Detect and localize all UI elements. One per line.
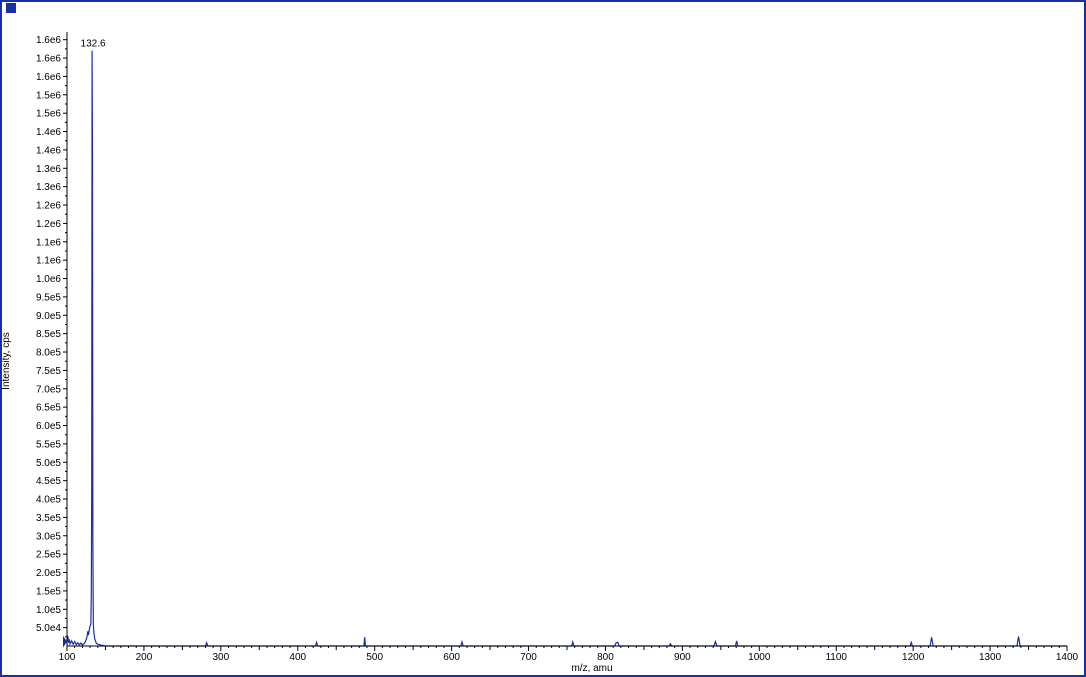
- x-tick-label: 400: [289, 652, 306, 663]
- peak-label: 132.6: [81, 39, 106, 50]
- y-tick-label: 1.4e6: [36, 145, 61, 156]
- y-tick-label: 1.5e6: [36, 109, 61, 120]
- x-tick-label: 500: [366, 652, 383, 663]
- y-tick-label: 1.3e6: [36, 164, 61, 175]
- y-tick-label: 4.5e5: [36, 476, 61, 487]
- y-tick-label: 2.0e5: [36, 568, 61, 579]
- y-tick-label: 1.2e6: [36, 219, 61, 230]
- y-tick-label: 7.5e5: [36, 366, 61, 377]
- y-tick-label: 8.0e5: [36, 348, 61, 359]
- spectrum-line: [66, 50, 1067, 647]
- y-tick-label: 5.5e5: [36, 439, 61, 450]
- y-tick-label: 1.5e6: [36, 90, 61, 101]
- y-tick-label: 1.2e6: [36, 201, 61, 212]
- series-layer: [66, 50, 1067, 647]
- x-tick-label: 100: [59, 652, 76, 663]
- y-tick-label: 1.0e6: [36, 274, 61, 285]
- y-tick-label: 8.5e5: [36, 329, 61, 340]
- y-tick-label: 1.6e6: [36, 54, 61, 65]
- x-tick-label: 1100: [825, 652, 847, 663]
- y-tick-label: 3.0e5: [36, 531, 61, 542]
- x-tick-label: 800: [597, 652, 614, 663]
- y-tick-label: 5.0e4: [36, 623, 61, 634]
- y-axis-title: Intensity, cps: [1, 332, 12, 390]
- y-tick-label: 1.5e5: [36, 586, 61, 597]
- y-tick-label: 1.6e6: [36, 35, 61, 46]
- y-tick-label: 6.0e5: [36, 421, 61, 432]
- x-tick-label: 1000: [748, 652, 771, 663]
- x-tick-label: 1400: [1056, 652, 1079, 663]
- y-tick-label: 1.4e6: [36, 127, 61, 138]
- x-tick-label: 900: [674, 652, 691, 663]
- axis-marker-icon[interactable]: [63, 635, 67, 648]
- y-tick-label: 4.0e5: [36, 495, 61, 506]
- x-axis-title: m/z, amu: [571, 663, 612, 674]
- y-tick-label: 9.0e5: [36, 311, 61, 322]
- x-tick-label: 200: [136, 652, 153, 663]
- spectrum-chart: 5.0e4 1.0e5 1.5e5 2.0e5 2.5e5 3.0e5 3.5e5 4.0e5…: [1, 32, 1079, 674]
- x-tick-label: 1300: [979, 652, 1002, 663]
- y-tick-label: 7.0e5: [36, 384, 61, 395]
- x-tick-label: 600: [443, 652, 460, 663]
- y-tick-label: 3.5e5: [36, 513, 61, 524]
- x-tick-label: 700: [520, 652, 537, 663]
- x-tick-label: 300: [213, 652, 230, 663]
- x-tick-label: 1200: [902, 652, 925, 663]
- y-tick-label: 9.5e5: [36, 292, 61, 303]
- y-tick-label: 5.0e5: [36, 458, 61, 469]
- y-tick-label: 2.5e5: [36, 550, 61, 561]
- x-axis-ticks: 100 200 300 400 500 600 700 800 900 1000 1100 1200 1…: [59, 646, 1079, 663]
- y-tick-label: 1.1e6: [36, 237, 61, 248]
- y-tick-label: 1.6e6: [36, 72, 61, 83]
- y-tick-label: 1.1e6: [36, 256, 61, 267]
- y-tick-label: 1.3e6: [36, 182, 61, 193]
- y-tick-label: 1.0e5: [36, 605, 61, 616]
- y-axis-ticks: 5.0e4 1.0e5 1.5e5 2.0e5 2.5e5 3.0e5 3.5e5 4.0e5…: [36, 35, 67, 638]
- y-tick-label: 6.5e5: [36, 403, 61, 414]
